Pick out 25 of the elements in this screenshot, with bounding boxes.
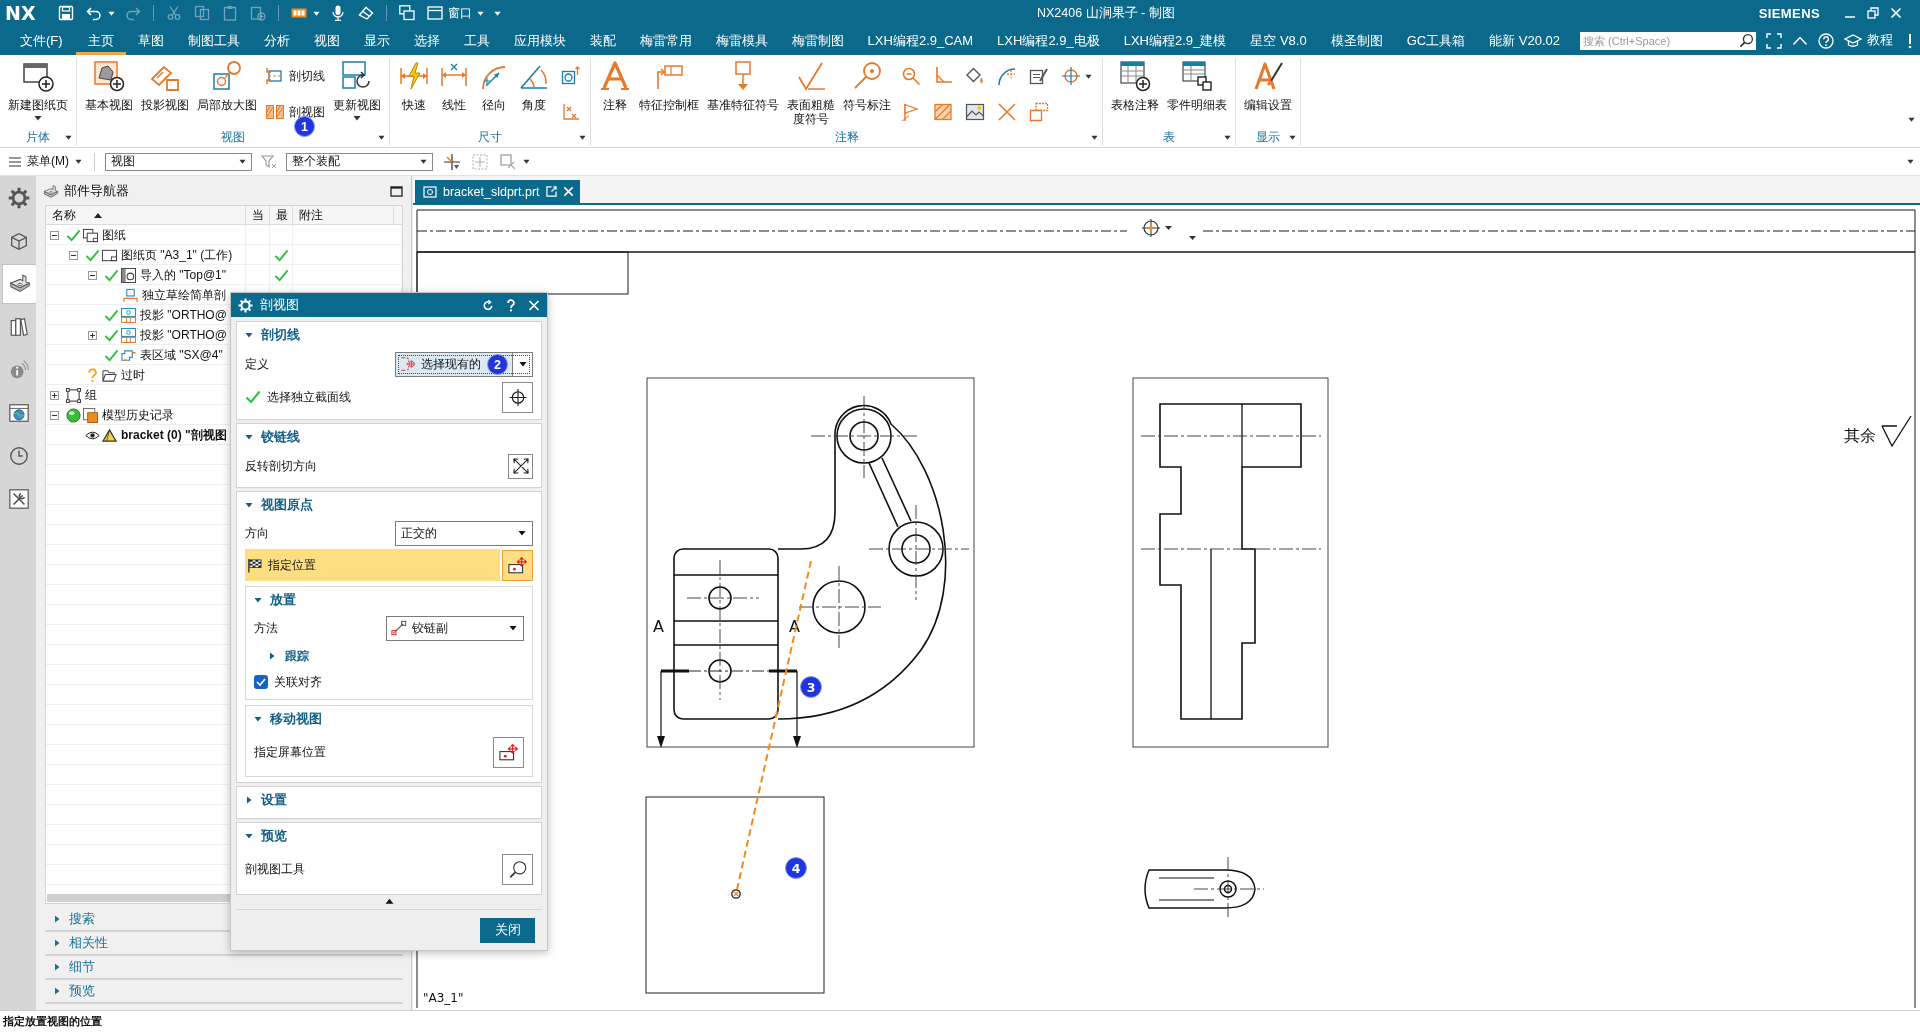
group-label: 注释 bbox=[834, 130, 859, 145]
section-label: A bbox=[653, 617, 664, 636]
window-title: NX2406 山涧果子 - 制图 bbox=[1037, 4, 1176, 22]
group-label: 片体 bbox=[26, 130, 50, 145]
group-label: 表 bbox=[1163, 130, 1175, 145]
dialog-title: 剖视图 bbox=[260, 296, 300, 314]
group-label: 显示 bbox=[1256, 130, 1280, 145]
app-logo: NX bbox=[5, 2, 36, 24]
brand-wordmark: SIEMENS bbox=[1758, 5, 1820, 21]
group-label: 视图 bbox=[221, 130, 245, 145]
checkbox-label: 关联对齐 bbox=[274, 673, 323, 691]
field-label: 方法 bbox=[254, 619, 279, 637]
selection-label: 选择独立截面线 bbox=[267, 388, 352, 406]
field-label: 定义 bbox=[245, 355, 270, 373]
roughness-note: 其余 bbox=[1844, 426, 1876, 445]
field-label: 反转剖切方向 bbox=[245, 457, 318, 475]
step-badge: 4 bbox=[785, 857, 807, 879]
field-label: 剖视图工具 bbox=[245, 860, 306, 878]
group-label: 尺寸 bbox=[478, 130, 502, 145]
sheet-name: "A3_1" bbox=[423, 991, 464, 1005]
status-message: 指定放置视图的位置 bbox=[3, 1014, 102, 1029]
panel-title: 部件导航器 bbox=[64, 183, 130, 200]
field-label: 指定屏幕位置 bbox=[254, 743, 327, 761]
step-badge: 3 bbox=[800, 676, 822, 698]
field-label: 方向 bbox=[245, 524, 270, 542]
